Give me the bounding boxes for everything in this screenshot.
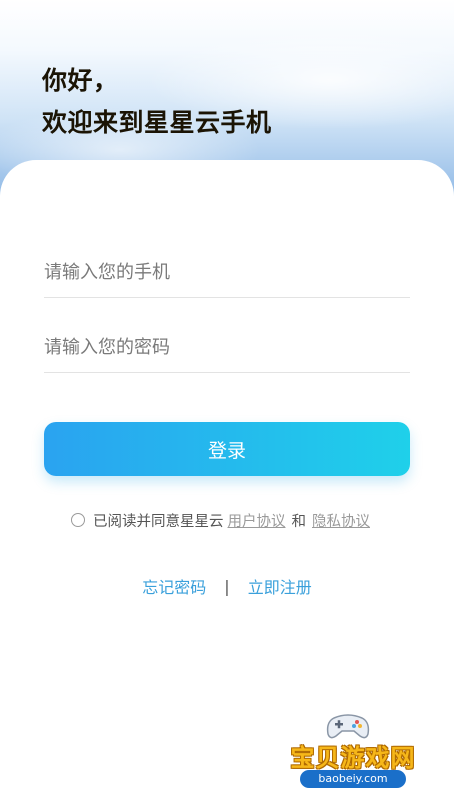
phone-field[interactable] xyxy=(44,248,410,298)
bottom-links: 忘记密码 | 立即注册 xyxy=(0,574,454,598)
user-agreement-link[interactable]: 用户协议 xyxy=(228,510,286,531)
password-input[interactable] xyxy=(44,323,410,372)
greeting: 你好， 欢迎来到星星云手机 xyxy=(42,60,272,144)
register-link[interactable]: 立即注册 xyxy=(248,574,312,598)
privacy-agreement-link[interactable]: 隐私协议 xyxy=(312,510,370,531)
forgot-password-link[interactable]: 忘记密码 xyxy=(142,574,206,598)
agreement-row: 已阅读并同意星星云 用户协议 和 隐私协议 xyxy=(71,509,370,531)
agreement-radio[interactable] xyxy=(71,513,85,527)
agreement-text: 已阅读并同意星星云 xyxy=(93,513,224,530)
login-button[interactable]: 登录 xyxy=(44,422,410,476)
agreement-and: 和 xyxy=(291,513,307,530)
greeting-line-2: 欢迎来到星星云手机 xyxy=(42,108,272,137)
phone-input[interactable] xyxy=(44,248,410,297)
watermark-domain: baobeiy.com xyxy=(300,770,406,788)
greeting-line-1: 你好， xyxy=(42,66,119,95)
password-field[interactable] xyxy=(44,323,410,373)
links-separator: | xyxy=(224,576,230,596)
watermark-logo: 宝贝游戏网 baobeiy.com xyxy=(278,712,428,792)
watermark-text: 宝贝游戏网 xyxy=(290,744,416,772)
gamepad-icon xyxy=(326,714,370,739)
